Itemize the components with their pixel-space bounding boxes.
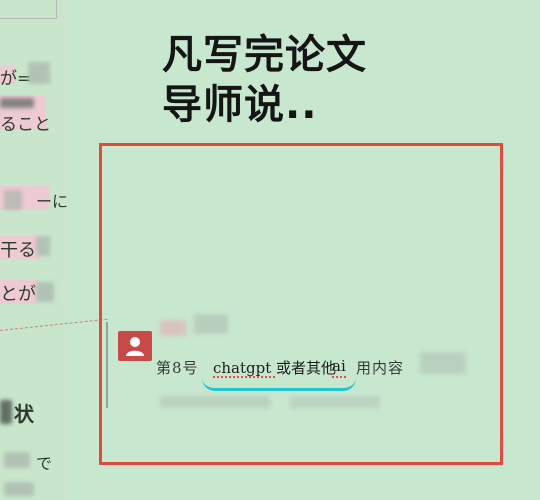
redacted-block xyxy=(28,62,50,84)
meme-title: 凡写完论文 导师说.. xyxy=(162,30,442,130)
redacted-block xyxy=(4,190,22,210)
redacted-block xyxy=(4,482,34,496)
doc-text-line: とが xyxy=(0,284,36,305)
garbled-prefix: 第8号 xyxy=(156,359,199,377)
garbled-suffix: 用内容 xyxy=(356,359,405,377)
comment-main-text: chatgpt 或者其他 xyxy=(213,359,337,377)
left-document-column: が= ること ーに 干る とが 状 で xyxy=(0,0,92,500)
avatar-icon xyxy=(118,331,152,361)
comment-margin-bar xyxy=(106,322,108,408)
cyan-hand-underline xyxy=(202,378,356,391)
doc-text-line: ーに xyxy=(36,192,69,211)
page-corner xyxy=(0,0,57,19)
redacted-block xyxy=(36,282,54,302)
red-highlight-box xyxy=(99,143,503,465)
doc-text-line: で xyxy=(36,454,53,473)
redacted-block xyxy=(36,236,50,256)
title-line-1: 凡写完论文 xyxy=(162,32,367,78)
doc-text-line: 干る xyxy=(0,240,36,261)
comment-ai-word: ai xyxy=(332,357,346,375)
redacted-block xyxy=(0,98,34,108)
document-screenshot: が= ること ーに 干る とが 状 で 凡写完论文 导师说.. 第8号 chat… xyxy=(0,0,540,500)
title-line-2: 导师说.. xyxy=(162,82,318,128)
doc-text-line: が= xyxy=(0,69,32,89)
doc-text-line: 状 xyxy=(14,402,34,426)
doc-text-line: ること xyxy=(0,115,51,135)
redacted-block xyxy=(0,400,12,424)
redacted-block xyxy=(4,452,30,468)
